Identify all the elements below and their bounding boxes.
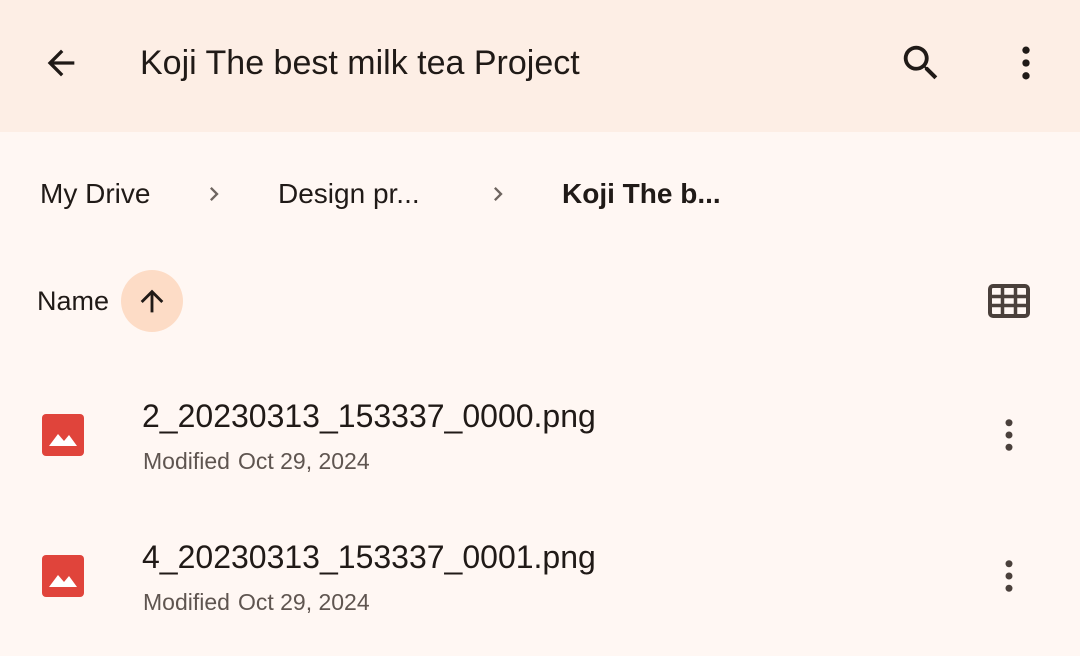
more-options-button[interactable] (1002, 38, 1050, 88)
breadcrumb-item-current[interactable]: Koji The b... (562, 176, 721, 212)
breadcrumb-item-design[interactable]: Design pr... (278, 176, 420, 212)
more-vert-icon (1022, 46, 1030, 80)
modified-label: Modified (143, 589, 230, 615)
file-more-options-button[interactable] (986, 411, 1032, 459)
chevron-right-icon (210, 187, 219, 201)
file-name: 4_20230313_153337_0001.png (142, 539, 596, 575)
more-vert-icon (1005, 560, 1013, 592)
file-name: 2_20230313_153337_0000.png (142, 398, 596, 434)
file-modified: Modified Oct 29, 2024 (143, 446, 370, 476)
modified-label: Modified (143, 448, 230, 474)
file-more-options-button[interactable] (986, 552, 1032, 600)
sort-direction-button[interactable] (121, 270, 183, 332)
arrow-upward-icon (140, 289, 164, 313)
sort-bar: Name (0, 268, 1080, 334)
modified-date: Oct 29, 2024 (237, 448, 370, 474)
image-file-icon (42, 414, 84, 456)
grid-view-icon (988, 284, 1030, 318)
more-vert-icon (1005, 419, 1013, 451)
top-app-bar: Koji The best milk tea Project (0, 0, 1080, 132)
folder-title: Koji The best milk tea Project (140, 44, 580, 82)
modified-date: Oct 29, 2024 (237, 589, 370, 615)
image-file-icon (42, 555, 84, 597)
chevron-right-icon (494, 187, 503, 201)
back-button[interactable] (38, 40, 84, 86)
arrow-back-icon (47, 49, 75, 77)
breadcrumb-item-my-drive[interactable]: My Drive (40, 176, 150, 212)
grid-view-button[interactable] (984, 280, 1034, 322)
file-row[interactable]: 4_20230313_153337_0001.png Modified Oct 2… (0, 507, 1080, 637)
breadcrumb: My Drive Design pr... Koji The b... (0, 166, 1080, 222)
search-icon (903, 45, 938, 80)
search-button[interactable] (896, 38, 946, 88)
file-modified: Modified Oct 29, 2024 (143, 587, 370, 617)
file-row[interactable]: 2_20230313_153337_0000.png Modified Oct 2… (0, 366, 1080, 496)
sort-by-name-label[interactable]: Name (37, 284, 109, 318)
